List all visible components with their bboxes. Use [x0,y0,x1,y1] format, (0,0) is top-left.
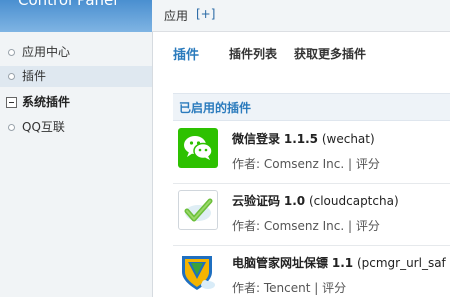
bullet-icon [8,49,15,56]
sidebar-group-system-plugins[interactable]: 系统插件 [0,92,152,113]
main-content: 插件 插件列表 获取更多插件 已启用的插件 微信登录 1.1.5 (wechat… [153,32,450,297]
header: Control Panel 应用 [+] [0,0,450,32]
plugin-name: 电脑管家网址保镖 [232,256,329,270]
tab-plugin-list[interactable]: 插件列表 [229,45,277,62]
tab-plugins[interactable]: 插件 [173,44,199,63]
plugin-version: 1.0 [283,194,306,208]
plugin-title[interactable]: 电脑管家网址保镖 1.1 (pcmgr_url_saf [232,254,446,271]
sidebar-item-app-center[interactable]: 应用中心 [0,42,152,63]
rate-link[interactable]: 评分 [322,281,346,295]
plugin-version: 1.1 [331,256,354,270]
sidebar-item-label: 插件 [22,69,47,83]
logo-text: Control Panel [18,0,118,9]
plugin-author: Tencent [263,281,311,295]
sidebar-item-plugins[interactable]: 插件 [0,66,152,87]
top-nav-bar: 应用 [+] [152,0,450,32]
meta-separator: | [310,281,323,295]
sidebar-item-qq-connect[interactable]: QQ互联 [0,117,152,138]
top-nav-app-link[interactable]: 应用 [164,7,188,24]
plugin-id: (cloudcaptcha) [308,194,399,208]
sidebar: 应用中心 插件 系统插件 QQ互联 [0,32,153,297]
plugin-row: 电脑管家网址保镖 1.1 (pcmgr_url_saf 作者: Tencent … [173,246,450,307]
section-header: 已启用的插件 [173,93,450,121]
pcmgr-shield-icon [178,252,218,292]
author-prefix: 作者: [232,157,264,171]
sidebar-item-label: QQ互联 [22,120,65,134]
plugin-id: (wechat) [321,132,375,146]
logo-area: Control Panel [0,0,152,32]
plugin-version: 1.1.5 [283,132,319,146]
plugin-name: 微信登录 [232,132,281,146]
meta-separator: | [344,219,356,233]
top-nav-add-button[interactable]: [+] [196,7,215,21]
collapse-icon[interactable] [6,97,17,108]
plugin-title[interactable]: 云验证码 1.0 (cloudcaptcha) [232,192,399,209]
wechat-icon [178,128,218,168]
plugin-meta: 作者: Comsenz Inc. | 评分 [232,155,380,172]
plugin-meta: 作者: Tencent | 评分 [232,279,346,296]
bullet-icon [8,73,15,80]
tab-get-more-plugins[interactable]: 获取更多插件 [294,45,366,62]
bullet-icon [8,124,15,131]
tab-bar: 插件 插件列表 获取更多插件 [153,32,450,78]
plugin-author: Comsenz Inc. [263,219,345,233]
sidebar-item-label: 应用中心 [22,45,71,59]
sidebar-group-label: 系统插件 [22,95,71,109]
plugin-row: 微信登录 1.1.5 (wechat) 作者: Comsenz Inc. | 评… [173,122,450,184]
rate-link[interactable]: 评分 [356,157,380,171]
plugin-author: Comsenz Inc. [263,157,345,171]
author-prefix: 作者: [232,281,264,295]
section-title: 已启用的插件 [179,101,252,115]
cloudcaptcha-icon [178,190,218,230]
plugin-row: 云验证码 1.0 (cloudcaptcha) 作者: Comsenz Inc.… [173,184,450,246]
meta-separator: | [344,157,356,171]
rate-link[interactable]: 评分 [356,219,380,233]
author-prefix: 作者: [232,219,264,233]
plugin-id: (pcmgr_url_saf [356,256,446,270]
plugin-title[interactable]: 微信登录 1.1.5 (wechat) [232,130,375,147]
plugin-meta: 作者: Comsenz Inc. | 评分 [232,217,380,234]
plugin-name: 云验证码 [232,194,281,208]
